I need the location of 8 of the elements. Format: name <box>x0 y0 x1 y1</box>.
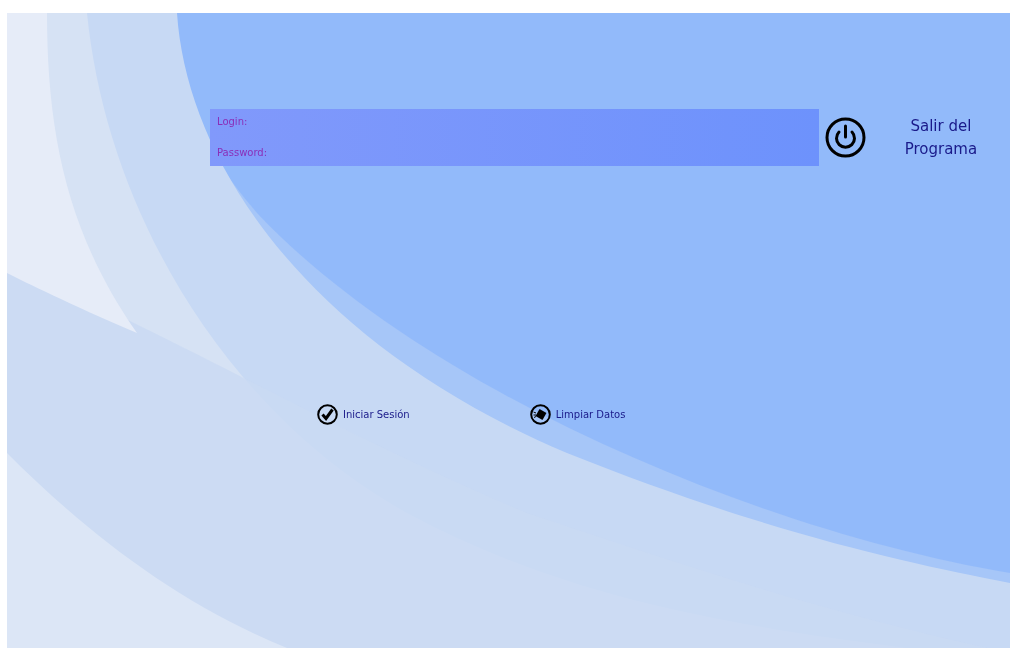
exit-button[interactable]: Salir del Programa <box>824 115 1010 160</box>
clear-button[interactable]: Limpiar Datos <box>529 404 626 425</box>
check-icon <box>317 404 338 425</box>
field-label: Password: <box>217 146 269 160</box>
power-icon <box>824 117 866 158</box>
field-label: Login: <box>217 115 249 129</box>
login-button[interactable]: Iniciar Sesión <box>317 404 410 425</box>
eraser-icon <box>529 404 551 425</box>
